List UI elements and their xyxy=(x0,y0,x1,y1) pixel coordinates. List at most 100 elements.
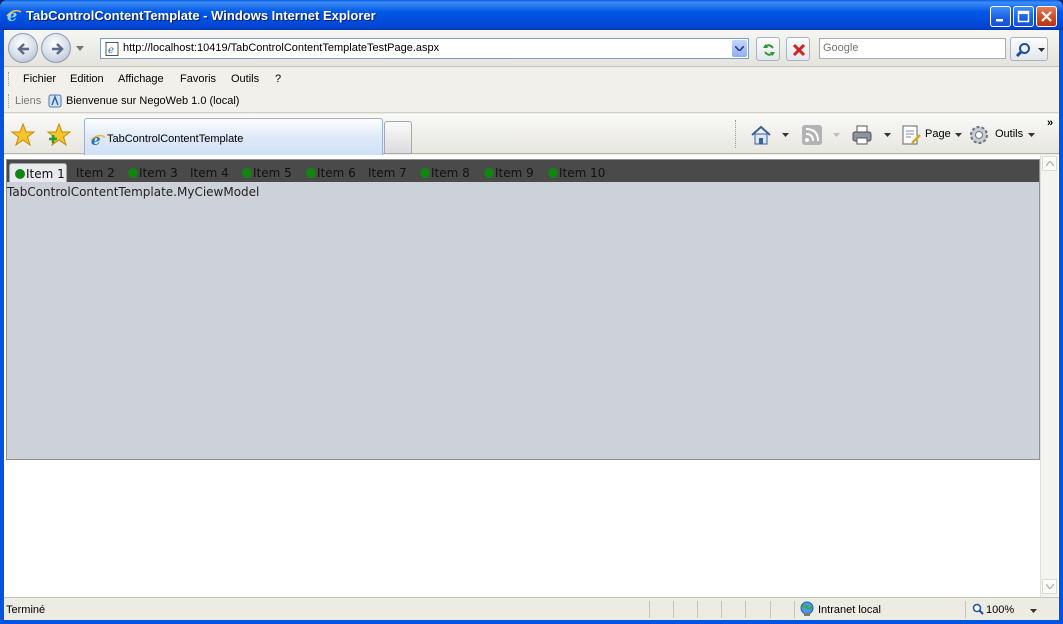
page-menu-label[interactable]: Page xyxy=(925,128,951,140)
maximize-icon xyxy=(1017,10,1030,23)
page-icon: e xyxy=(105,42,119,56)
tab-label: Item 3 xyxy=(139,166,178,180)
chevron-down-icon xyxy=(1038,48,1045,52)
tab-label: Item 1 xyxy=(26,167,65,181)
menu-fichier[interactable]: Fichier xyxy=(23,73,56,85)
tab-label: Item 10 xyxy=(559,166,606,180)
tab-strip: Item 1 Item 2 Item 3 Item 4 Item 5 Item … xyxy=(7,160,1039,182)
tab-status-icon xyxy=(306,168,316,178)
vertical-scrollbar[interactable] xyxy=(1040,155,1058,597)
menu-favoris[interactable]: Favoris xyxy=(180,73,216,85)
tab-item-8[interactable]: Item 8 xyxy=(420,163,470,182)
status-divider xyxy=(745,601,746,618)
address-dropdown-button[interactable] xyxy=(732,40,747,57)
stop-icon xyxy=(792,43,806,57)
tab-item-5[interactable]: Item 5 xyxy=(242,163,292,182)
window-title: TabControlContentTemplate - Windows Inte… xyxy=(26,8,376,23)
tools-menu-label[interactable]: Outils xyxy=(995,128,1023,140)
tab-status-icon xyxy=(484,168,494,178)
chevron-down-icon[interactable] xyxy=(884,133,891,137)
tab-status-icon xyxy=(15,169,25,179)
chevron-down-icon xyxy=(735,46,744,51)
tab-label: Item 5 xyxy=(253,166,292,180)
scroll-up-button[interactable] xyxy=(1042,156,1057,171)
tab-item-1[interactable]: Item 1 xyxy=(9,163,67,182)
toolbar-grip[interactable] xyxy=(8,94,10,108)
tab-item-10[interactable]: Item 10 xyxy=(548,163,605,182)
add-favorite-icon[interactable] xyxy=(46,122,72,148)
address-bar[interactable]: e http://localhost:10419/TabControlConte… xyxy=(100,38,749,59)
toolbar-overflow-chevron[interactable]: » xyxy=(1047,117,1053,129)
rss-feed-icon[interactable] xyxy=(801,124,823,146)
tab-label: Item 7 xyxy=(368,166,407,180)
browser-tab-active[interactable]: e TabControlContentTemplate xyxy=(84,118,383,155)
back-arrow-icon xyxy=(17,43,29,55)
tab-item-4[interactable]: Item 4 xyxy=(190,163,229,182)
link-negoweb[interactable]: Bienvenue sur NegoWeb 1.0 (local) xyxy=(66,95,239,107)
title-bar[interactable]: e TabControlContentTemplate - Windows In… xyxy=(0,0,1063,30)
status-text: Terminé xyxy=(6,604,46,616)
menu-affichage[interactable]: Affichage xyxy=(118,73,164,85)
history-dropdown[interactable] xyxy=(76,44,84,53)
intranet-zone-icon xyxy=(800,601,814,616)
refresh-button[interactable] xyxy=(756,37,780,61)
tab-content-text: TabControlContentTemplate.MyCiewModel xyxy=(7,185,260,199)
chevron-down-icon xyxy=(76,46,84,51)
search-input[interactable] xyxy=(820,39,1000,57)
favorites-star-icon[interactable] xyxy=(10,122,36,148)
magnifier-icon xyxy=(1015,43,1030,58)
tab-item-7[interactable]: Item 7 xyxy=(368,163,407,182)
web-slice-icon xyxy=(48,94,62,108)
status-divider xyxy=(697,601,698,618)
tab-item-2[interactable]: Item 2 xyxy=(76,163,115,182)
menu-outils[interactable]: Outils xyxy=(231,73,259,85)
ie-window: e TabControlContentTemplate - Windows In… xyxy=(0,0,1063,624)
menu-edition[interactable]: Edition xyxy=(70,73,104,85)
minimize-button[interactable] xyxy=(990,6,1011,27)
toolbar-grip[interactable] xyxy=(8,72,10,86)
back-button[interactable] xyxy=(8,33,38,63)
tab-label: Item 2 xyxy=(76,166,115,180)
stop-button[interactable] xyxy=(786,37,810,61)
chevron-down-icon[interactable] xyxy=(833,133,840,137)
svg-text:e: e xyxy=(108,45,114,56)
status-bar: Terminé Intranet local 100% xyxy=(4,597,1059,620)
search-button[interactable] xyxy=(1010,37,1048,61)
new-tab-button[interactable] xyxy=(384,121,412,154)
print-icon[interactable] xyxy=(851,124,873,146)
tab-label: Item 9 xyxy=(495,166,534,180)
zone-label[interactable]: Intranet local xyxy=(818,604,881,616)
chevron-down-icon[interactable] xyxy=(955,133,962,137)
tab-item-9[interactable]: Item 9 xyxy=(484,163,534,182)
status-divider xyxy=(794,601,795,618)
zoom-icon[interactable] xyxy=(972,603,984,615)
maximize-button[interactable] xyxy=(1013,6,1034,27)
minimize-icon xyxy=(996,19,1003,22)
tab-item-6[interactable]: Item 6 xyxy=(306,163,356,182)
scroll-down-button[interactable] xyxy=(1042,579,1057,594)
links-label: Liens xyxy=(15,95,42,107)
tab-item-3[interactable]: Item 3 xyxy=(128,163,178,182)
forward-button[interactable] xyxy=(41,33,71,63)
chevron-down-icon[interactable] xyxy=(1028,133,1035,137)
browser-tab-label: TabControlContentTemplate xyxy=(107,133,244,145)
zoom-level[interactable]: 100% xyxy=(986,604,1014,616)
gear-icon[interactable] xyxy=(968,124,990,146)
search-field[interactable] xyxy=(819,38,1006,59)
address-url: http://localhost:10419/TabControlContent… xyxy=(123,42,440,54)
page-menu-icon[interactable] xyxy=(900,124,922,146)
chevron-down-icon[interactable] xyxy=(1030,609,1037,613)
chevron-down-icon[interactable] xyxy=(782,133,789,137)
page-viewport: Item 1 Item 2 Item 3 Item 4 Item 5 Item … xyxy=(4,155,1059,597)
menu-help[interactable]: ? xyxy=(275,73,281,85)
chevron-up-icon xyxy=(1046,161,1054,166)
home-icon[interactable] xyxy=(750,124,772,146)
tab-status-icon xyxy=(548,168,558,178)
status-divider xyxy=(965,601,966,618)
tab-status-icon xyxy=(242,168,252,178)
browser-client-area: e http://localhost:10419/TabControlConte… xyxy=(4,30,1059,620)
address-row: e http://localhost:10419/TabControlConte… xyxy=(4,30,1059,67)
close-button[interactable] xyxy=(1036,6,1057,27)
status-divider xyxy=(770,601,771,618)
tab-label: Item 4 xyxy=(190,166,229,180)
